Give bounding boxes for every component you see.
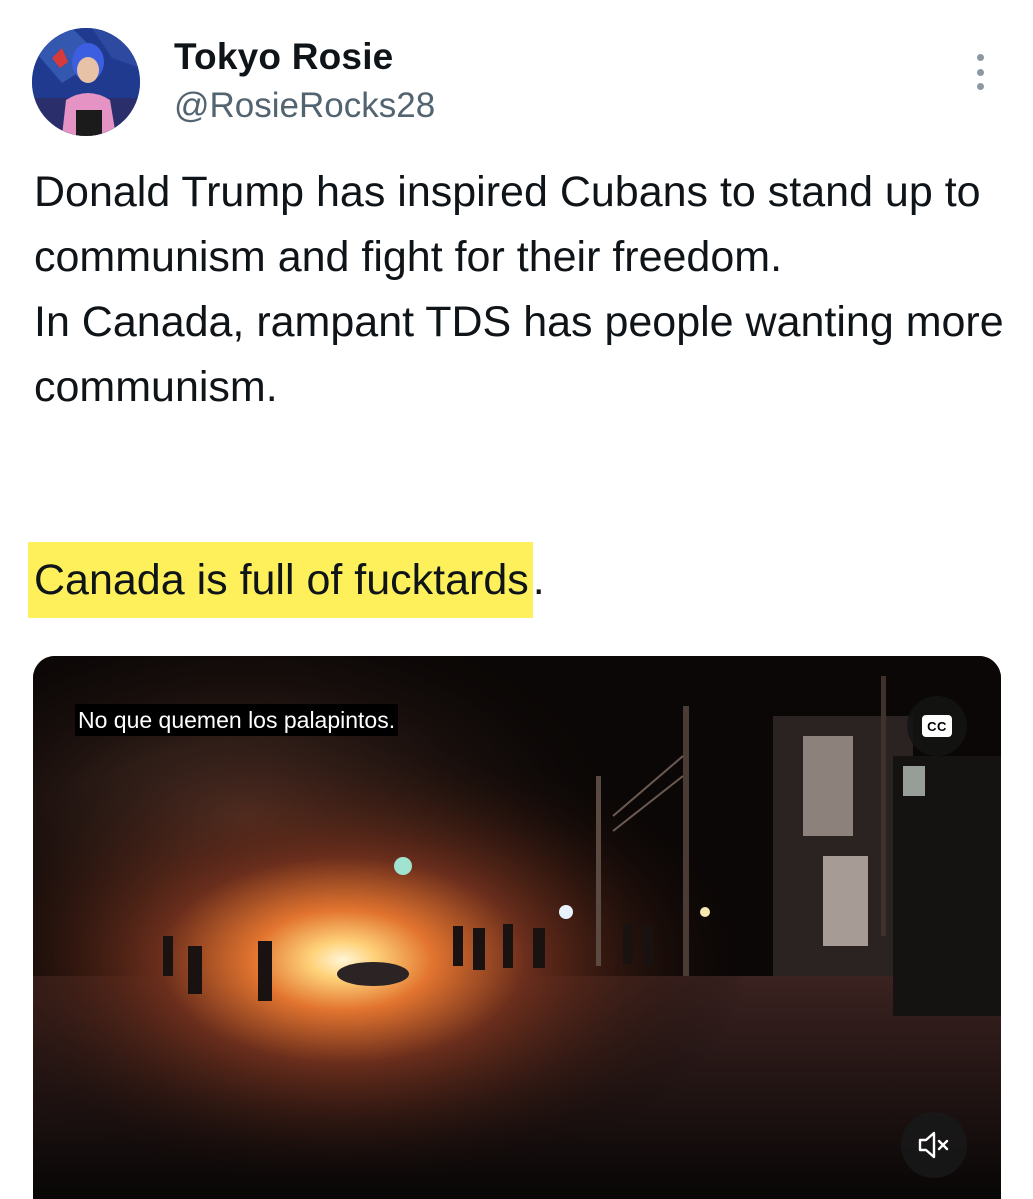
avatar-image [32,28,140,136]
tweet-highlighted-line: Canada is full of fucktards. [28,542,545,618]
dot [976,68,984,76]
video-caption: No que quemen los palapintos. [75,704,399,736]
author-display-name[interactable]: Tokyo Rosie [174,36,393,78]
closed-captions-icon: CC [922,715,952,737]
dot [976,54,984,61]
highlighted-text: Canada is full of fucktards [28,542,533,618]
author-avatar[interactable] [32,28,140,136]
closed-captions-button[interactable]: CC [907,696,967,756]
tweet-paragraph: In Canada, rampant TDS has people wantin… [34,298,1004,411]
tweet-paragraph: Donald Trump has inspired Cubans to stan… [34,168,981,281]
mute-button[interactable] [901,1112,967,1178]
author-handle[interactable]: @RosieRocks28 [174,86,435,126]
video-player[interactable]: No que quemen los palapintos. CC [33,656,1001,1199]
more-options-icon[interactable] [960,50,1000,94]
highlighted-suffix: . [532,556,545,604]
video-frame [33,656,1001,1199]
volume-muted-icon [918,1131,949,1159]
dot [976,83,984,90]
tweet-card[interactable]: Tokyo Rosie @RosieRocks28 Donald Trump h… [0,0,1033,1199]
tweet-text: Donald Trump has inspired Cubans to stan… [34,160,1004,420]
